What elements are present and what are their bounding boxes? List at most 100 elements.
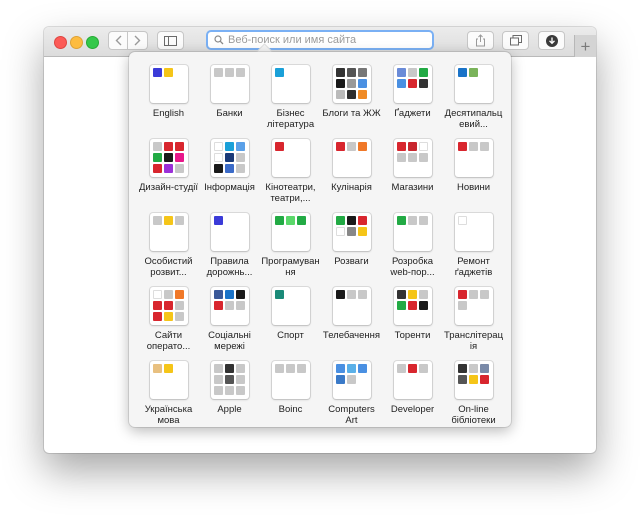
minimize-window-button[interactable]: [70, 36, 83, 49]
close-window-button[interactable]: [54, 36, 67, 49]
favorite-folder[interactable]: Apple: [199, 361, 260, 427]
favorite-folder[interactable]: Програмування: [260, 213, 321, 287]
site-icon: [152, 301, 162, 310]
download-icon: [545, 34, 558, 47]
site-icon: [457, 290, 467, 299]
address-bar[interactable]: [206, 30, 434, 50]
site-icon: [174, 216, 184, 225]
favorite-thumbnail: [271, 287, 310, 325]
site-icon: [235, 386, 245, 395]
site-icon: [457, 68, 467, 77]
favorite-label: Блоги та ЖЖ: [322, 108, 381, 119]
site-icon: [163, 142, 173, 151]
favorite-folder[interactable]: Транслітерація: [443, 287, 504, 361]
site-icon: [407, 364, 417, 373]
site-icon: [235, 142, 245, 151]
site-icon: [418, 290, 428, 299]
favorite-folder[interactable]: Дизайн-студії: [138, 139, 199, 213]
site-icon: [224, 153, 234, 162]
site-icon: [213, 301, 223, 310]
favorite-thumbnail: [332, 213, 371, 251]
site-icon: [224, 68, 234, 77]
zoom-window-button[interactable]: [86, 36, 99, 49]
favorite-folder[interactable]: Ремонт ґаджетів: [443, 213, 504, 287]
favorite-folder[interactable]: Спорт: [260, 287, 321, 361]
favorite-folder[interactable]: Торенти: [382, 287, 443, 361]
sidebar-toggle-button[interactable]: [157, 31, 184, 50]
favorite-thumbnail: [393, 213, 432, 251]
site-icon: [357, 79, 367, 88]
favorite-folder[interactable]: Магазини: [382, 139, 443, 213]
favorite-folder[interactable]: Блоги та ЖЖ: [321, 65, 382, 139]
favorite-folder[interactable]: Соціальні мережі: [199, 287, 260, 361]
favorites-grid: English Банки Бізнес література Блоги та ЖЖ…: [129, 52, 511, 427]
site-icon: [335, 68, 345, 77]
favorite-folder[interactable]: Кулінарія: [321, 139, 382, 213]
search-input[interactable]: [224, 34, 418, 46]
site-icon: [285, 216, 295, 225]
favorite-label: Новини: [456, 182, 491, 193]
site-icon: [407, 290, 417, 299]
favorite-folder[interactable]: Розваги: [321, 213, 382, 287]
site-icon: [235, 164, 245, 173]
favorite-label: On-line бібліотеки: [451, 404, 496, 426]
favorite-label: Спорт: [277, 330, 304, 341]
site-icon: [235, 375, 245, 384]
site-icon: [396, 79, 406, 88]
site-icon: [224, 290, 234, 299]
favorite-folder[interactable]: Телебачення: [321, 287, 382, 361]
show-all-tabs-button[interactable]: [502, 31, 529, 50]
favorite-label: Дизайн-студії: [138, 182, 199, 193]
favorite-thumbnail: [271, 361, 310, 399]
site-icon: [479, 290, 489, 299]
site-icon: [152, 153, 162, 162]
favorite-label: Українська мова: [144, 404, 193, 426]
site-icon: [396, 216, 406, 225]
favorite-thumbnail: [149, 139, 188, 177]
favorite-folder[interactable]: Інформація: [199, 139, 260, 213]
favorite-folder[interactable]: Developer: [382, 361, 443, 427]
site-icon: [418, 153, 428, 162]
favorite-folder[interactable]: English: [138, 65, 199, 139]
forward-button[interactable]: [128, 31, 148, 50]
site-icon: [163, 364, 173, 373]
site-icon: [396, 142, 406, 151]
favorite-label: Інформація: [204, 182, 255, 193]
favorite-folder[interactable]: Новини: [443, 139, 504, 213]
site-icon: [335, 364, 345, 373]
favorite-thumbnail: [210, 287, 249, 325]
site-icon: [457, 375, 467, 384]
site-icon: [468, 364, 478, 373]
site-icon: [418, 142, 428, 151]
favorite-folder[interactable]: Бізнес література: [260, 65, 321, 139]
back-button[interactable]: [108, 31, 128, 50]
favorite-folder[interactable]: Особистий розвит...: [138, 213, 199, 287]
favorite-folder[interactable]: Правила дорожнь...: [199, 213, 260, 287]
site-icon: [152, 312, 162, 321]
favorite-folder[interactable]: Ґаджети: [382, 65, 443, 139]
favorite-thumbnail: [210, 361, 249, 399]
favorite-label: Магазини: [391, 182, 434, 193]
site-icon: [224, 142, 234, 151]
share-button[interactable]: [467, 31, 494, 50]
favorite-folder[interactable]: Розробка web-пор...: [382, 213, 443, 287]
favorite-folder[interactable]: Українська мова: [138, 361, 199, 427]
site-icon: [357, 364, 367, 373]
favorite-folder[interactable]: Boinc: [260, 361, 321, 427]
downloads-button[interactable]: [538, 31, 565, 50]
favorite-thumbnail: [149, 213, 188, 251]
favorite-folder[interactable]: Сайти операто...: [138, 287, 199, 361]
new-tab-button[interactable]: +: [574, 35, 596, 57]
favorite-folder[interactable]: Десятипальцевий...: [443, 65, 504, 139]
favorite-folder[interactable]: Кінотеатри, театри,...: [260, 139, 321, 213]
favorite-folder[interactable]: Банки: [199, 65, 260, 139]
favorite-folder[interactable]: On-line бібліотеки: [443, 361, 504, 427]
favorite-folder[interactable]: Computers Art: [321, 361, 382, 427]
site-icon: [163, 290, 173, 299]
favorite-thumbnail: [149, 287, 188, 325]
site-icon: [296, 216, 306, 225]
share-icon: [476, 34, 485, 47]
site-icon: [346, 227, 356, 236]
site-icon: [407, 301, 417, 310]
favorite-label: Developer: [390, 404, 435, 415]
